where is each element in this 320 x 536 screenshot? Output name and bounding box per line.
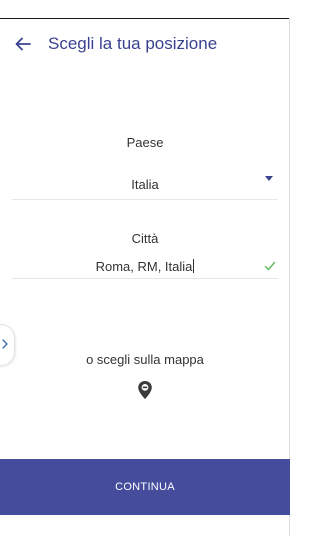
- chevron-right-icon: [2, 339, 8, 349]
- country-label: Paese: [126, 135, 164, 150]
- city-input-value: Roma, RM, Italia: [95, 259, 193, 274]
- toolbar: Scegli la tua posizione: [0, 19, 290, 69]
- text-cursor: [193, 259, 195, 273]
- page-title: Scegli la tua posizione: [48, 34, 218, 53]
- continue-button[interactable]: CONTINUA: [0, 459, 290, 515]
- choose-on-map-link[interactable]: o scegli sulla mappa: [0, 352, 290, 367]
- check-icon: [264, 261, 276, 271]
- city-input[interactable]: Roma, RM, Italia: [0, 259, 290, 274]
- map-pin-icon[interactable]: [137, 380, 153, 400]
- city-label: Città: [131, 231, 159, 246]
- country-divider: [12, 199, 278, 200]
- dropdown-triangle-icon[interactable]: [265, 176, 273, 181]
- continue-button-label: CONTINUA: [115, 481, 175, 493]
- country-select[interactable]: Italia: [0, 177, 290, 192]
- arrow-left-icon: [15, 37, 31, 51]
- city-divider: [12, 278, 278, 279]
- back-button[interactable]: [8, 29, 38, 59]
